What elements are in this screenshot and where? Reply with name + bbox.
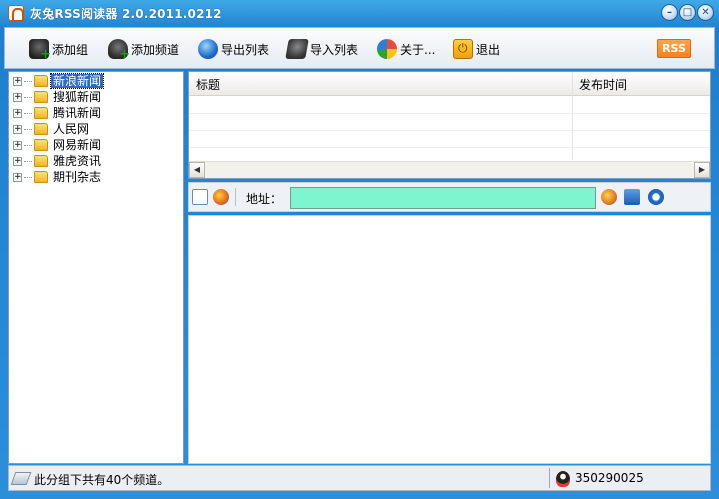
app-rabbit-icon xyxy=(8,5,24,22)
status-info-icon xyxy=(10,472,32,485)
table-row[interactable] xyxy=(189,130,710,131)
channel-tree[interactable]: + 新浪新闻 + 搜狐新闻 + 腾讯新闻 + 人民网 + 网易新闻 + 雅虎资讯… xyxy=(8,71,184,464)
about-button[interactable]: 关于... xyxy=(377,38,435,60)
add-channel-label: 添加频道 xyxy=(131,42,180,57)
tree-item[interactable]: + 腾讯新闻 xyxy=(13,105,103,121)
tree-item[interactable]: + 搜狐新闻 xyxy=(13,89,103,105)
tree-item[interactable]: + 网易新闻 xyxy=(13,137,103,153)
folder-icon xyxy=(34,155,48,167)
exit-button[interactable]: 退出 xyxy=(453,38,500,60)
column-title-header[interactable]: 标题 xyxy=(196,76,220,93)
expand-toggle[interactable]: + xyxy=(13,92,22,102)
tree-item[interactable]: + 雅虎资讯 xyxy=(13,153,103,169)
address-input[interactable] xyxy=(290,187,596,209)
maximize-button[interactable]: □ xyxy=(679,4,696,21)
import-list-label: 导入列表 xyxy=(310,42,359,57)
address-label: 地址： xyxy=(246,192,283,206)
expand-toggle[interactable]: + xyxy=(13,108,22,118)
add-channel-button[interactable]: 添加频道 xyxy=(108,38,180,62)
tree-item[interactable]: + 人民网 xyxy=(13,121,91,137)
folder-icon xyxy=(34,91,48,103)
qq-penguin-icon xyxy=(556,471,570,487)
folder-icon xyxy=(34,139,48,151)
scroll-right-icon[interactable]: ▶ xyxy=(694,162,710,178)
firefox-icon[interactable] xyxy=(213,189,229,205)
folder-icon xyxy=(34,171,48,183)
toolbar-separator xyxy=(235,188,236,206)
list-header: 标题 发布时间 xyxy=(189,72,710,96)
folder-icon xyxy=(34,75,48,87)
tree-item-label[interactable]: 新浪新闻 xyxy=(49,73,105,89)
exit-label: 退出 xyxy=(476,42,501,57)
about-windows-icon xyxy=(377,39,397,59)
tree-item[interactable]: + 期刊杂志 xyxy=(13,169,103,185)
expand-toggle[interactable]: + xyxy=(13,124,22,134)
column-date-header[interactable]: 发布时间 xyxy=(579,76,627,93)
add-group-label: 添加组 xyxy=(52,42,89,57)
export-list-label: 导出列表 xyxy=(221,42,270,57)
minimize-button[interactable]: – xyxy=(661,4,678,21)
app-window: 灰兔RSS阅读器 2.0.2011.0212 – □ ✕ 添加组 添加频道 导出… xyxy=(0,0,719,499)
table-row[interactable] xyxy=(189,147,710,148)
import-printer-icon xyxy=(285,39,309,59)
open-firefox-icon[interactable] xyxy=(601,189,617,205)
export-list-button[interactable]: 导出列表 xyxy=(198,38,269,60)
horizontal-scrollbar[interactable]: ◀ ▶ xyxy=(189,161,710,178)
scroll-left-icon[interactable]: ◀ xyxy=(189,162,205,178)
expand-toggle[interactable]: + xyxy=(13,76,22,86)
tree-item-label[interactable]: 期刊杂志 xyxy=(51,170,103,184)
folder-icon xyxy=(34,123,48,135)
title-bar[interactable]: 灰兔RSS阅读器 2.0.2011.0212 – □ ✕ xyxy=(0,0,719,26)
tree-item-label[interactable]: 搜狐新闻 xyxy=(51,90,103,104)
article-content[interactable] xyxy=(188,215,711,464)
qq-number: 350290025 xyxy=(575,471,644,485)
tree-item-label[interactable]: 人民网 xyxy=(51,122,91,136)
tree-item-label[interactable]: 雅虎资讯 xyxy=(51,154,103,168)
close-button[interactable]: ✕ xyxy=(697,4,714,21)
expand-toggle[interactable]: + xyxy=(13,172,22,182)
power-exit-icon xyxy=(453,39,473,59)
add-group-icon xyxy=(29,39,51,62)
page-icon[interactable] xyxy=(192,189,208,205)
folder-icon xyxy=(34,107,48,119)
status-message: 此分组下共有40个频道。 xyxy=(34,473,170,487)
tree-item[interactable]: + 新浪新闻 xyxy=(13,73,105,89)
rss-badge[interactable]: RSS xyxy=(657,39,691,58)
export-globe-icon xyxy=(198,39,218,59)
add-channel-icon xyxy=(108,39,130,62)
table-row[interactable] xyxy=(189,113,710,114)
status-divider xyxy=(549,468,550,488)
internet-explorer-icon[interactable] xyxy=(648,189,664,205)
window-title: 灰兔RSS阅读器 2.0.2011.0212 xyxy=(30,7,222,21)
toolbar: 添加组 添加频道 导出列表 导入列表 关于... 退出 RSS xyxy=(4,27,715,69)
status-bar: 此分组下共有40个频道。 350290025 xyxy=(8,465,711,491)
expand-toggle[interactable]: + xyxy=(13,156,22,166)
tree-item-label[interactable]: 网易新闻 xyxy=(51,138,103,152)
article-list[interactable]: 标题 发布时间 ◀ ▶ xyxy=(188,71,711,179)
about-label: 关于... xyxy=(400,42,436,57)
import-list-button[interactable]: 导入列表 xyxy=(285,38,359,60)
tree-item-label[interactable]: 腾讯新闻 xyxy=(51,106,103,120)
open-window-icon[interactable] xyxy=(624,189,640,205)
add-group-button[interactable]: 添加组 xyxy=(29,38,89,62)
address-toolbar: 地址： xyxy=(188,182,711,212)
expand-toggle[interactable]: + xyxy=(13,140,22,150)
